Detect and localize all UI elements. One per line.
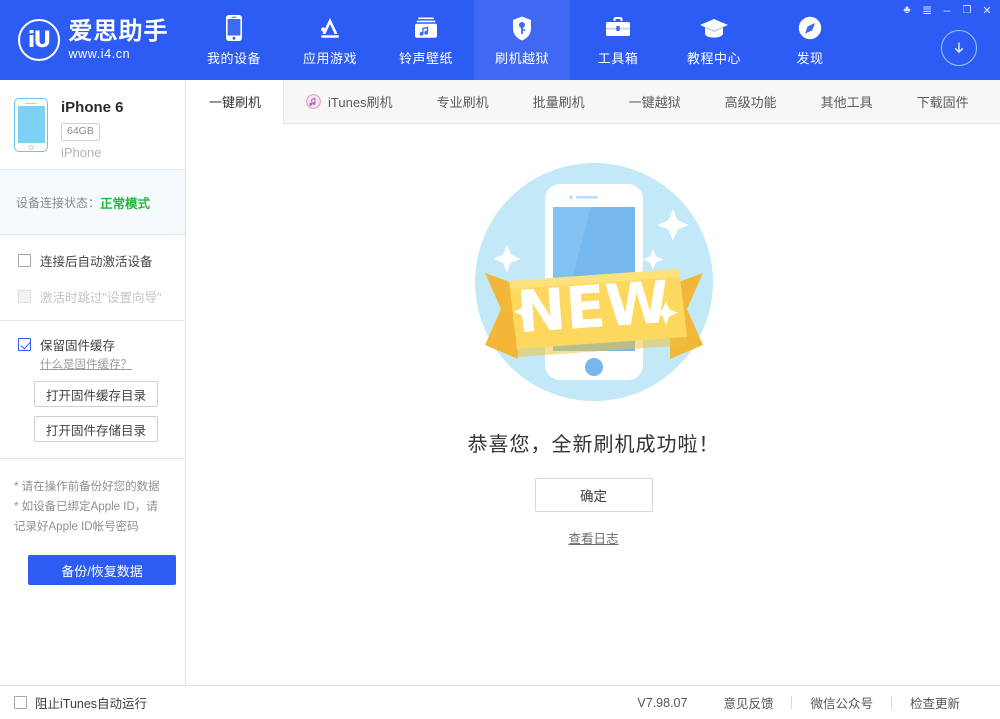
close-icon[interactable]: ✕ <box>977 2 997 18</box>
graduation-cap-icon <box>699 13 729 43</box>
brand-logo[interactable]: iU 爱思助手 www.i4.cn <box>0 0 186 80</box>
device-type: iPhone <box>61 144 102 160</box>
note-line: * 请在操作前备份好您的数据 <box>14 481 160 493</box>
block-itunes-label: 阻止iTunes自动运行 <box>35 697 148 711</box>
feedback-link[interactable]: 意见反馈 <box>705 693 791 712</box>
firmware-cache-help-link[interactable]: 什么是固件缓存？ <box>40 356 185 372</box>
option-keep-firmware-cache[interactable]: 保留固件缓存 <box>18 335 185 354</box>
flash-success-panel: NEW 恭喜您，全新刷机成功啦！ 确定 查看日志 <box>187 124 1000 684</box>
warning-notes: * 请在操作前备份好您的数据 * 如设备已绑定Apple ID，请 记录好App… <box>0 459 185 586</box>
nav-label: 刷机越狱 <box>494 51 549 66</box>
tab-label: 一键刷机 <box>209 95 262 110</box>
tab-itunes-flash[interactable]: iTunes刷机 <box>284 80 415 123</box>
open-firmware-storage-dir-button[interactable]: 打开固件存储目录 <box>34 416 158 442</box>
tab-pro-flash[interactable]: 专业刷机 <box>415 80 511 123</box>
nav-label: 铃声壁纸 <box>398 51 453 66</box>
option-skip-setup-wizard: 激活时跳过"设置向导" <box>18 287 185 306</box>
phone-icon <box>224 13 244 43</box>
brand-subtitle: www.i4.cn <box>68 47 131 62</box>
backup-restore-button[interactable]: 备份/恢复数据 <box>28 555 176 586</box>
app-window: iU 爱思助手 www.i4.cn 我的设备 应用游戏 铃声壁纸 刷机越狱 工具… <box>0 0 1000 719</box>
tab-label: 高级功能 <box>724 95 777 110</box>
view-log-link[interactable]: 查看日志 <box>568 528 618 547</box>
confirm-button[interactable]: 确定 <box>534 478 653 512</box>
brand-title: 爱思助手 <box>68 17 169 45</box>
tab-download-firmware[interactable]: 下载固件 <box>895 80 991 123</box>
window-controls: ♣ ≣ – ❐ ✕ <box>897 2 997 18</box>
music-icon <box>413 13 439 43</box>
note-line: * 如设备已绑定Apple ID，请 <box>14 501 158 514</box>
check-update-link[interactable]: 检查更新 <box>892 693 978 712</box>
wechat-link[interactable]: 微信公众号 <box>792 693 891 712</box>
option-auto-activate[interactable]: 连接后自动激活设备 <box>18 251 185 270</box>
device-name: iPhone 6 <box>61 99 124 116</box>
checkbox-skip-setup-wizard <box>18 290 31 303</box>
compass-icon <box>797 13 823 43</box>
option-label: 激活时跳过"设置向导" <box>40 291 162 305</box>
new-phone-ribbon-illustration: NEW <box>461 149 727 420</box>
nav-item-my-device[interactable]: 我的设备 <box>186 0 282 80</box>
nav-label: 我的设备 <box>206 51 261 66</box>
ribbon-text: NEW <box>514 268 671 346</box>
sidebar: iPhone 6 64GB iPhone 设备连接状态： 正常模式 连接后自动激… <box>0 80 186 685</box>
nav-item-flash-jailbreak[interactable]: 刷机越狱 <box>474 0 570 80</box>
success-headline: 恭喜您，全新刷机成功啦！ <box>467 434 720 456</box>
tab-advanced-features[interactable]: 高级功能 <box>703 80 799 123</box>
app-header: iU 爱思助手 www.i4.cn 我的设备 应用游戏 铃声壁纸 刷机越狱 工具… <box>0 0 1000 80</box>
tab-other-tools[interactable]: 其他工具 <box>799 80 895 123</box>
main-navigation: 我的设备 应用游戏 铃声壁纸 刷机越狱 工具箱 教程中心 发现 <box>186 0 858 80</box>
nav-item-apps-games[interactable]: 应用游戏 <box>282 0 378 80</box>
connection-status: 设备连接状态： 正常模式 <box>0 170 185 235</box>
app-version: V7.98.07 <box>637 695 688 710</box>
status-bar-right: V7.98.07 意见反馈 微信公众号 检查更新 <box>619 693 1000 712</box>
checkbox-keep-firmware-cache[interactable] <box>18 338 31 351</box>
device-capacity-badge: 64GB <box>61 123 100 141</box>
content-area: 一键刷机 iTunes刷机 专业刷机 批量刷机 一键越狱 高级功能 其他工具 下… <box>187 80 1000 685</box>
block-itunes-option[interactable]: 阻止iTunes自动运行 <box>0 693 147 712</box>
nav-label: 工具箱 <box>597 51 639 66</box>
checkbox-block-itunes[interactable] <box>14 696 27 709</box>
option-label: 连接后自动激活设备 <box>40 255 153 269</box>
firmware-cache-section: 保留固件缓存 什么是固件缓存？ 打开固件缓存目录 打开固件存储目录 <box>0 321 185 459</box>
iphone-thumbnail-icon <box>14 98 48 152</box>
nav-label: 应用游戏 <box>302 51 357 66</box>
tab-label: 一键越狱 <box>628 95 681 110</box>
nav-item-discover[interactable]: 发现 <box>762 0 858 80</box>
itunes-icon <box>306 94 321 109</box>
jailbreak-shield-icon <box>511 13 533 43</box>
menu-icon[interactable]: ≣ <box>917 2 937 18</box>
tab-label: 下载固件 <box>916 95 969 110</box>
status-bar: 阻止iTunes自动运行 V7.98.07 意见反馈 微信公众号 检查更新 <box>0 685 1000 719</box>
logo-mark-icon: iU <box>17 19 60 61</box>
activation-options: 连接后自动激活设备 激活时跳过"设置向导" <box>0 235 185 321</box>
tab-one-key-jailbreak[interactable]: 一键越狱 <box>607 80 703 123</box>
nav-item-toolbox[interactable]: 工具箱 <box>570 0 666 80</box>
nav-label: 发现 <box>796 51 824 66</box>
tab-label: 专业刷机 <box>436 95 489 110</box>
nav-item-ringtones-wallpaper[interactable]: 铃声壁纸 <box>378 0 474 80</box>
appstore-icon <box>316 13 344 43</box>
checkbox-auto-activate[interactable] <box>18 254 31 267</box>
minimize-icon[interactable]: – <box>937 2 957 18</box>
connection-status-value: 正常模式 <box>100 196 151 211</box>
download-circle-icon[interactable] <box>941 30 977 66</box>
tab-label: iTunes刷机 <box>328 95 393 110</box>
skin-icon[interactable]: ♣ <box>897 2 917 18</box>
maximize-icon[interactable]: ❐ <box>957 2 977 18</box>
device-card[interactable]: iPhone 6 64GB iPhone <box>0 80 185 170</box>
nav-label: 教程中心 <box>686 51 741 66</box>
option-label: 保留固件缓存 <box>40 339 116 353</box>
nav-item-tutorial-center[interactable]: 教程中心 <box>666 0 762 80</box>
tab-one-key-flash[interactable]: 一键刷机 <box>187 80 285 124</box>
sub-tab-bar: 一键刷机 iTunes刷机 专业刷机 批量刷机 一键越狱 高级功能 其他工具 下… <box>187 80 1000 124</box>
connection-status-label: 设备连接状态： <box>16 195 101 210</box>
toolbox-icon <box>604 13 632 43</box>
open-firmware-cache-dir-button[interactable]: 打开固件缓存目录 <box>34 381 158 407</box>
tab-batch-flash[interactable]: 批量刷机 <box>511 80 607 123</box>
tab-label: 其他工具 <box>820 95 873 110</box>
note-line: 记录好Apple ID帐号密码 <box>14 521 139 534</box>
tab-label: 批量刷机 <box>532 95 585 110</box>
